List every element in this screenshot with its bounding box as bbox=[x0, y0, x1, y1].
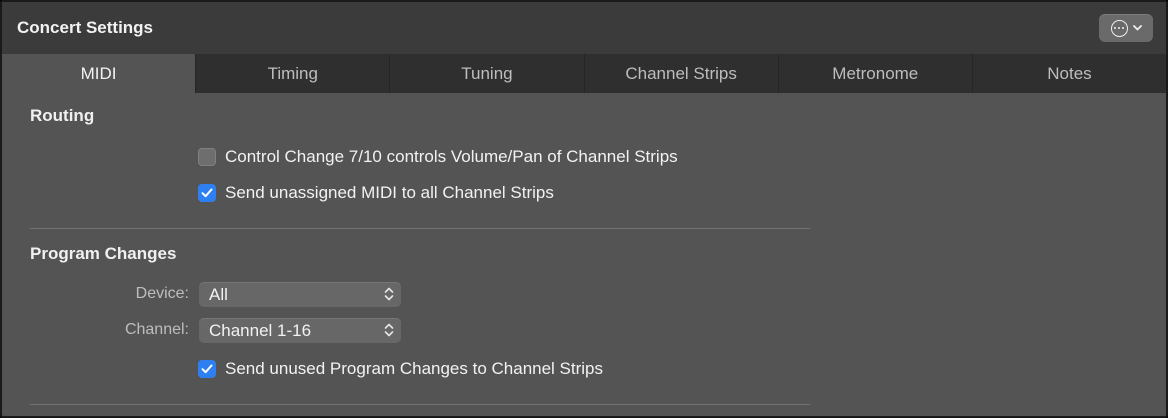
chevron-down-icon bbox=[1132, 25, 1142, 31]
checkmark-icon bbox=[201, 188, 213, 198]
device-select-value: All bbox=[209, 285, 228, 304]
channel-select[interactable]: Channel 1-16 bbox=[199, 318, 401, 343]
send-unassigned-midi-label: Send unassigned MIDI to all Channel Stri… bbox=[225, 183, 554, 202]
control-change-label: Control Change 7/10 controls Volume/Pan … bbox=[225, 147, 678, 166]
control-change-checkbox[interactable] bbox=[198, 148, 216, 166]
channel-select-value: Channel 1-16 bbox=[209, 321, 312, 340]
up-down-arrows-icon bbox=[384, 287, 394, 301]
section-divider bbox=[30, 404, 810, 405]
send-unused-program-changes-checkbox[interactable] bbox=[198, 360, 216, 378]
channel-label: Channel: bbox=[124, 321, 189, 338]
ellipsis-circle-icon bbox=[1110, 19, 1128, 37]
send-unassigned-midi-checkbox[interactable] bbox=[198, 184, 216, 202]
control-change-option[interactable]: Control Change 7/10 controls Volume/Pan … bbox=[198, 147, 678, 167]
concert-settings-window: Concert Settings MIDI Timing Tuning Chan… bbox=[0, 0, 1168, 418]
send-unused-program-changes-label: Send unused Program Changes to Channel S… bbox=[225, 359, 604, 378]
tab-channel-strips[interactable]: Channel Strips bbox=[583, 54, 778, 93]
routing-section-title: Routing bbox=[30, 106, 95, 125]
device-select[interactable]: All bbox=[199, 282, 401, 307]
tab-midi[interactable]: MIDI bbox=[2, 54, 196, 93]
tab-tuning[interactable]: Tuning bbox=[389, 54, 583, 93]
send-unassigned-midi-option[interactable]: Send unassigned MIDI to all Channel Stri… bbox=[198, 183, 554, 203]
title-bar: Concert Settings bbox=[2, 2, 1166, 54]
window-title: Concert Settings bbox=[17, 18, 154, 37]
tab-timing[interactable]: Timing bbox=[195, 54, 389, 93]
checkmark-icon bbox=[201, 364, 213, 374]
action-menu-button[interactable] bbox=[1099, 14, 1153, 42]
program-changes-section-title: Program Changes bbox=[30, 244, 177, 263]
section-divider bbox=[30, 228, 810, 229]
tab-metronome[interactable]: Metronome bbox=[777, 54, 972, 93]
send-unused-program-changes-option[interactable]: Send unused Program Changes to Channel S… bbox=[198, 359, 603, 379]
tab-notes[interactable]: Notes bbox=[971, 54, 1166, 93]
device-label: Device: bbox=[135, 285, 189, 302]
tab-bar: MIDI Timing Tuning Channel Strips Metron… bbox=[2, 54, 1166, 93]
up-down-arrows-icon bbox=[384, 323, 394, 337]
